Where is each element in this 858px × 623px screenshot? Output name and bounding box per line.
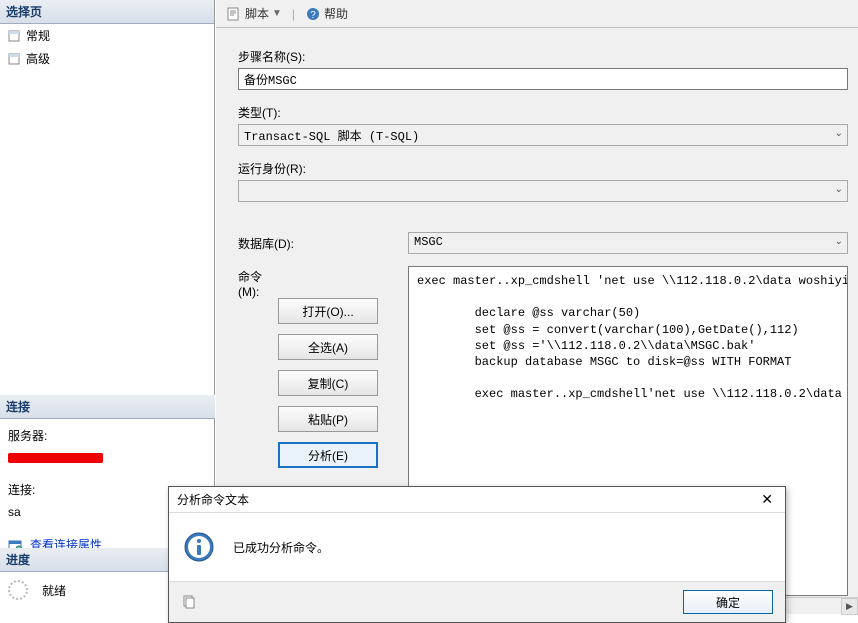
- parse-result-dialog: 分析命令文本 ✕ 已成功分析命令。 确定: [168, 486, 786, 623]
- tree-item-label: 高级: [26, 50, 50, 67]
- progress-status: 就绪: [42, 582, 66, 599]
- type-select[interactable]: Transact-SQL 脚本 (T-SQL) ⌄: [238, 124, 848, 146]
- dropdown-icon: ▼: [272, 8, 282, 19]
- copy-button[interactable]: 复制(C): [278, 370, 378, 396]
- command-label: 命令(M):: [238, 266, 278, 299]
- tree-item-label: 常规: [26, 27, 50, 44]
- database-label: 数据库(D):: [238, 235, 408, 252]
- dialog-title: 分析命令文本: [177, 491, 249, 508]
- paste-button[interactable]: 粘贴(P): [278, 406, 378, 432]
- page-icon: [8, 30, 22, 42]
- step-name-input[interactable]: [238, 68, 848, 90]
- chevron-down-icon: ⌄: [835, 184, 843, 196]
- server-label: 服务器:: [8, 425, 207, 448]
- type-label: 类型(T):: [238, 104, 848, 121]
- script-label: 脚本: [245, 5, 269, 22]
- close-icon[interactable]: ✕: [757, 491, 777, 508]
- open-button[interactable]: 打开(O)...: [278, 298, 378, 324]
- help-button[interactable]: ? 帮助: [305, 5, 348, 22]
- type-value: Transact-SQL 脚本 (T-SQL): [244, 130, 419, 144]
- help-icon: ?: [305, 6, 321, 22]
- dialog-message: 已成功分析命令。: [233, 539, 329, 556]
- chevron-down-icon: ⌄: [835, 128, 843, 140]
- svg-text:?: ?: [310, 10, 316, 21]
- database-select[interactable]: MSGC ⌄: [408, 232, 848, 254]
- database-value: MSGC: [414, 235, 443, 249]
- runas-label: 运行身份(R):: [238, 160, 848, 177]
- select-page-header: 选择页: [0, 0, 214, 24]
- separator: |: [292, 7, 295, 21]
- toolbar: 脚本 ▼ | ? 帮助: [216, 0, 858, 28]
- server-value-redacted: [8, 453, 103, 463]
- select-all-button[interactable]: 全选(A): [278, 334, 378, 360]
- script-button[interactable]: 脚本 ▼: [226, 5, 282, 22]
- ok-button[interactable]: 确定: [683, 590, 773, 614]
- copy-message-icon[interactable]: [181, 594, 197, 610]
- info-icon: [183, 531, 215, 563]
- spinner-icon: [8, 580, 28, 600]
- chevron-down-icon: ⌄: [835, 236, 843, 248]
- tree-item-general[interactable]: 常规: [0, 24, 214, 47]
- help-label: 帮助: [324, 5, 348, 22]
- script-icon: [226, 6, 242, 22]
- page-icon: [8, 53, 22, 65]
- connection-header: 连接: [0, 395, 215, 419]
- runas-select[interactable]: ⌄: [238, 180, 848, 202]
- tree-item-advanced[interactable]: 高级: [0, 47, 214, 70]
- step-name-label: 步骤名称(S):: [238, 48, 848, 65]
- scroll-right-button[interactable]: ▶: [841, 598, 858, 615]
- parse-button[interactable]: 分析(E): [278, 442, 378, 468]
